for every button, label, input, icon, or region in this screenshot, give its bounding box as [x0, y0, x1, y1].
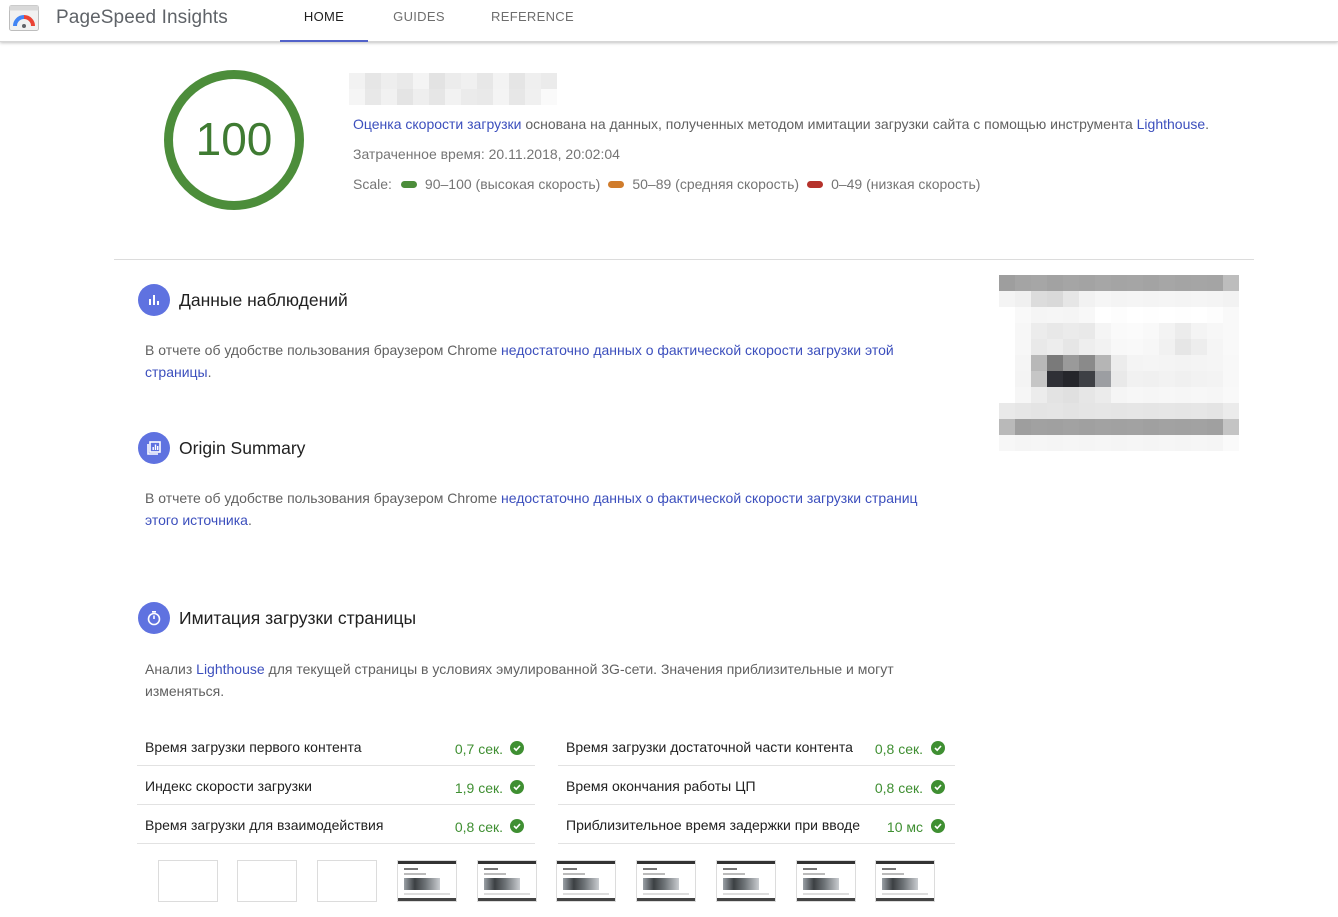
filmstrip-frame — [636, 860, 696, 902]
score-summary-end: . — [1205, 116, 1210, 132]
metric-row: Время загрузки для взаимодействия 0,8 се… — [137, 805, 535, 844]
origin-summary-text-start: В отчете об удобстве пользования браузер… — [145, 490, 501, 506]
scale-label: Scale: — [353, 176, 392, 192]
origin-summary-text: В отчете об удобстве пользования браузер… — [145, 487, 945, 531]
tab-reference[interactable]: REFERENCE — [480, 0, 585, 42]
check-circle-icon — [931, 819, 945, 833]
scale-fast-indicator — [400, 180, 417, 188]
filmstrip-frame — [397, 860, 457, 902]
app-title: PageSpeed Insights — [56, 7, 228, 28]
tested-url-blurred — [349, 73, 557, 105]
check-circle-icon — [510, 741, 524, 755]
lab-data-title: Имитация загрузки страницы — [179, 608, 417, 628]
metric-row: Приблизительное время задержки при вводе… — [558, 805, 955, 844]
metric-value: 0,8 сек. — [874, 741, 923, 757]
metric-label: Время загрузки для взаимодействия — [145, 817, 384, 833]
metric-row: Время загрузки достаточной части контент… — [558, 727, 955, 766]
pagespeed-logo-icon[interactable] — [9, 5, 39, 31]
check-circle-icon — [931, 780, 945, 794]
metric-value: 0,7 сек. — [454, 741, 503, 757]
field-data-text-start: В отчете об удобстве пользования браузер… — [145, 342, 501, 358]
filmstrip-frame — [317, 860, 377, 902]
score-summary-link[interactable]: Оценка скорости загрузки — [353, 116, 521, 132]
filmstrip-frame — [716, 860, 776, 902]
top-app-bar: PageSpeed Insights HOME GUIDES REFERENCE — [0, 0, 1338, 42]
filmstrip-frame — [237, 860, 297, 902]
metric-value: 0,8 сек. — [874, 780, 923, 796]
check-circle-icon — [510, 780, 524, 794]
filmstrip-frame — [556, 860, 616, 902]
metric-value: 10 мс — [886, 819, 923, 835]
metric-row: Время окончания работы ЦП 0,8 сек. — [558, 766, 955, 805]
lab-data-text-start: Анализ — [145, 661, 197, 677]
filmstrip-frame — [875, 860, 935, 902]
scale-slow-indicator — [807, 180, 824, 188]
field-data-title: Данные наблюдений — [179, 290, 348, 310]
metric-label: Время окончания работы ЦП — [566, 778, 756, 794]
metric-value: 1,9 сек. — [454, 780, 503, 796]
scale-slow-label: 0–49 (низкая скорость) — [831, 176, 981, 192]
timer-icon — [138, 602, 170, 634]
metric-label: Время загрузки первого контента — [145, 739, 362, 755]
score-summary-text: основана на данных, полученных методом и… — [521, 116, 1137, 132]
score-summary: Оценка скорости загрузки основана на дан… — [353, 116, 1209, 132]
filmstrip-frame — [796, 860, 856, 902]
field-data-text: В отчете об удобстве пользования браузер… — [145, 339, 945, 383]
metric-row: Время загрузки первого контента 0,7 сек. — [137, 727, 535, 766]
lab-data-text: Анализ Lighthouse для текущей страницы в… — [145, 658, 915, 702]
scale-fast-label: 90–100 (высокая скорость) — [424, 176, 601, 192]
score-value: 100 — [195, 113, 273, 165]
check-circle-icon — [510, 819, 524, 833]
tab-home[interactable]: HOME — [280, 0, 368, 42]
scale-average-label: 50–89 (средняя скорость) — [632, 176, 800, 192]
filmstrip-frame — [477, 860, 537, 902]
filmstrip-frame — [158, 860, 218, 902]
check-circle-icon — [931, 741, 945, 755]
lighthouse-link[interactable]: Lighthouse — [1137, 116, 1206, 132]
scale-average-indicator — [608, 180, 625, 188]
metric-label: Приблизительное время задержки при вводе — [566, 817, 860, 833]
score-scale: Scale: 90–100 (высокая скорость) 50–89 (… — [353, 176, 980, 192]
bar-chart-icon — [138, 284, 170, 316]
metric-label: Время загрузки достаточной части контент… — [566, 739, 853, 755]
origin-summary-text-end: . — [247, 512, 252, 528]
field-data-text-end: . — [207, 364, 212, 380]
elapsed-time: Затраченное время: 20.11.2018, 20:02:04 — [353, 146, 620, 162]
metric-label: Индекс скорости загрузки — [145, 778, 312, 794]
lab-data-lighthouse-link[interactable]: Lighthouse — [196, 661, 265, 677]
library-chart-icon — [138, 432, 170, 464]
metric-value: 0,8 сек. — [454, 819, 503, 835]
metric-row: Индекс скорости загрузки 1,9 сек. — [137, 766, 535, 805]
tab-guides[interactable]: GUIDES — [380, 0, 458, 42]
section-divider — [114, 259, 1254, 260]
page-screenshot — [999, 275, 1239, 451]
origin-summary-title: Origin Summary — [179, 438, 306, 458]
